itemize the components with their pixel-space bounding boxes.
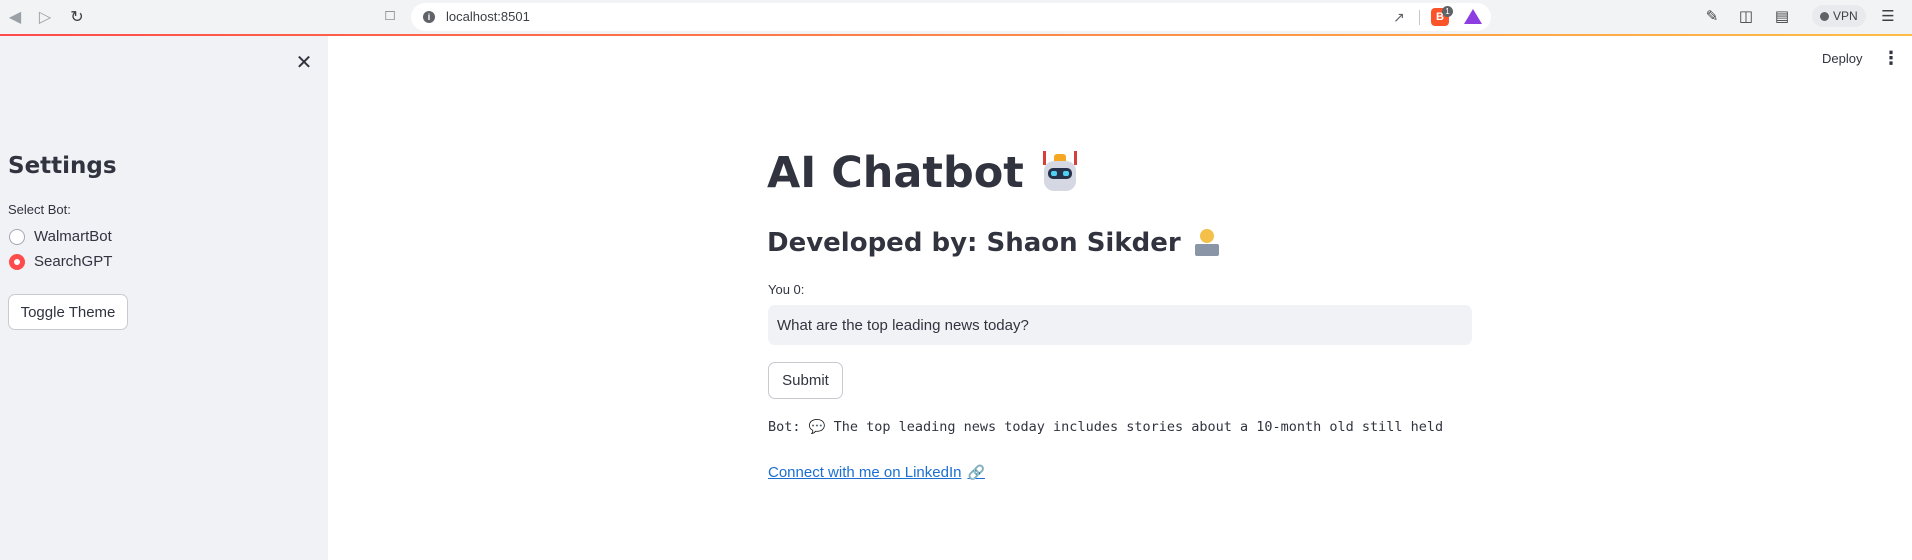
vpn-button[interactable]: VPN — [1812, 5, 1866, 27]
shields-count-badge: 1 — [1442, 6, 1453, 17]
main-menu-icon[interactable]: ⋮ — [1882, 48, 1900, 69]
speech-bubble-icon: 💬 — [808, 419, 826, 435]
submit-button[interactable]: Submit — [768, 362, 843, 399]
share-icon[interactable]: ↗ — [1393, 9, 1405, 26]
linkedin-link[interactable]: Connect with me on LinkedIn 🔗 — [768, 464, 985, 481]
select-bot-label: Select Bot: — [8, 202, 71, 217]
bot-response-text: The top leading news today includes stor… — [833, 419, 1444, 435]
technologist-icon — [1193, 228, 1221, 258]
vpn-status-icon — [1820, 11, 1829, 21]
radio-selected-icon[interactable] — [9, 253, 25, 270]
vpn-label: VPN — [1833, 9, 1858, 23]
radio-unselected-icon[interactable] — [9, 228, 25, 245]
radio-option-searchgpt[interactable]: SearchGPT — [9, 253, 112, 270]
extensions-icon[interactable]: ✎ — [1702, 7, 1722, 25]
radio-label: SearchGPT — [34, 253, 113, 270]
wallet-icon[interactable]: ▤ — [1772, 7, 1792, 25]
toggle-theme-button[interactable]: Toggle Theme — [8, 294, 128, 330]
close-sidebar-icon[interactable]: ✕ — [294, 50, 314, 75]
address-bar[interactable]: i localhost:8501 ↗ B 1 — [411, 3, 1491, 31]
site-info-icon[interactable]: i — [423, 11, 435, 23]
deploy-button[interactable]: Deploy — [1822, 51, 1862, 66]
page-title: AI Chatbot — [767, 148, 1080, 198]
bookmark-icon[interactable]: □ — [381, 7, 399, 27]
brave-rewards-icon[interactable] — [1464, 9, 1482, 24]
robot-icon — [1040, 151, 1080, 195]
link-icon: 🔗 — [967, 464, 985, 480]
url-text[interactable]: localhost:8501 — [446, 9, 530, 24]
linkedin-link-text[interactable]: Connect with me on LinkedIn — [768, 464, 961, 481]
bot-prefix: Bot: — [768, 419, 801, 435]
reload-icon[interactable]: ↻ — [66, 6, 88, 28]
bot-response: Bot: 💬 The top leading news today includ… — [768, 419, 1472, 435]
forward-icon[interactable]: ▷ — [34, 6, 56, 28]
back-icon[interactable]: ◀ — [4, 6, 26, 28]
browser-toolbar: ◀ ▷ ↻ □ i localhost:8501 ↗ B 1 ✎ ◫ ▤ VPN… — [0, 0, 1912, 34]
page-title-text: AI Chatbot — [767, 148, 1024, 198]
url-divider — [1419, 10, 1420, 25]
sidebar-title: Settings — [8, 153, 117, 179]
sidebar: ✕ Settings Select Bot: WalmartBot Search… — [0, 36, 328, 560]
page-subtitle: Developed by: Shaon Sikder — [767, 228, 1221, 258]
page-subtitle-text: Developed by: Shaon Sikder — [767, 228, 1181, 258]
chat-input[interactable]: What are the top leading news today? — [768, 305, 1472, 345]
sidebar-toggle-icon[interactable]: ◫ — [1736, 7, 1756, 25]
menu-icon[interactable]: ☰ — [1878, 7, 1898, 25]
radio-option-walmartbot[interactable]: WalmartBot — [9, 228, 112, 245]
radio-label: WalmartBot — [34, 228, 112, 245]
input-label: You 0: — [768, 282, 805, 297]
